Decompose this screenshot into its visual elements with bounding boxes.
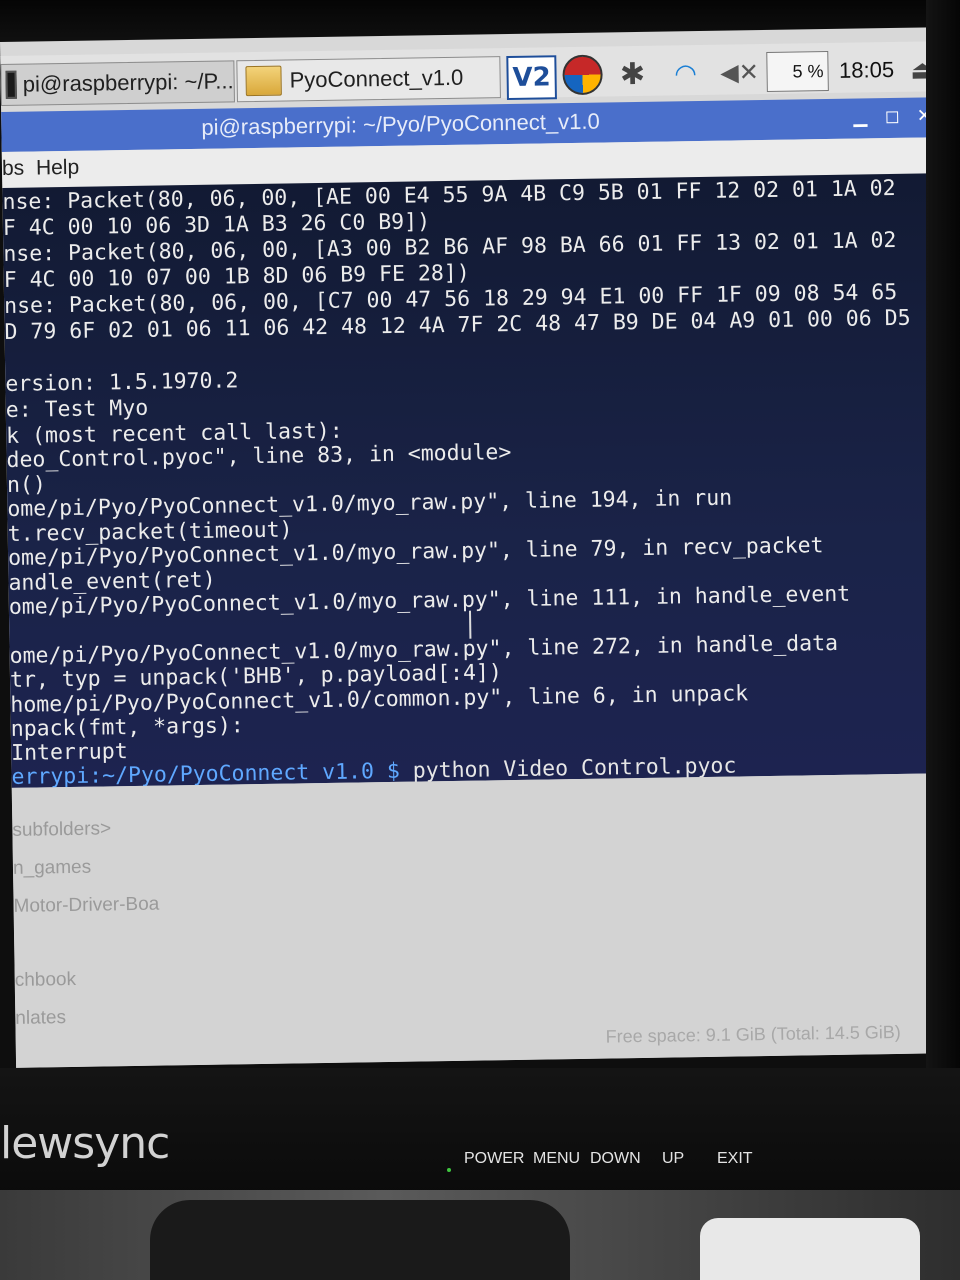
- top-panel: pi@raspberrypi: ~/P... PyoConnect_v1.0 V…: [0, 41, 951, 106]
- clock-label: 18:05: [838, 56, 895, 83]
- cpu-usage-label: 5 %: [792, 60, 824, 82]
- taskbar-terminal-label: pi@raspberrypi: ~/P...: [22, 68, 234, 97]
- monitor-brand-logo: lewsync: [0, 1118, 170, 1169]
- cpu-monitor[interactable]: 5 %: [766, 50, 829, 92]
- terminal-output[interactable]: nse: Packet(80, 06, 00, [AE 00 E4 55 9A …: [2, 173, 938, 790]
- terminal-line: e: Test Myo: [5, 395, 149, 423]
- monitor-up-button[interactable]: UP: [662, 1150, 684, 1168]
- monitor-stand: [150, 1200, 570, 1280]
- file-list-item[interactable]: Motor-Driver-Boa: [13, 894, 159, 918]
- window-title: pi@raspberrypi: ~/Pyo/PyoConnect_v1.0: [201, 108, 600, 140]
- monitor-screen: pi@raspberrypi: ~/P... PyoConnect_v1.0 V…: [0, 27, 960, 1068]
- mouse-ibeam-cursor: [468, 610, 472, 639]
- monitor-menu-button[interactable]: MENU: [533, 1150, 580, 1168]
- menu-item-help[interactable]: Help: [36, 156, 80, 181]
- terminal-line: ersion: 1.5.1970.2: [5, 368, 239, 397]
- menu-item-tabs[interactable]: bs: [2, 157, 25, 181]
- photo-scene: pi@raspberrypi: ~/P... PyoConnect_v1.0 V…: [0, 0, 960, 1280]
- file-list-item[interactable]: chbook: [15, 969, 77, 992]
- terminal-line: Interrupt: [10, 739, 128, 766]
- app-ball-icon[interactable]: [560, 54, 605, 96]
- vnc-icon[interactable]: V2: [506, 55, 557, 101]
- desk-object: [700, 1218, 920, 1280]
- monitor-power-button[interactable]: POWER: [464, 1150, 524, 1168]
- power-led: [447, 1168, 451, 1172]
- vnc-icon-label: V2: [512, 62, 551, 93]
- clock[interactable]: 18:05: [834, 50, 899, 91]
- terminal-line: ome/pi/Pyo/PyoConnect_v1.0/myo_raw.py", …: [7, 485, 733, 522]
- terminal-line: n(): [6, 472, 47, 498]
- taskbar-filemanager-label: PyoConnect_v1.0: [289, 64, 464, 93]
- maximize-button[interactable]: ◻: [879, 102, 905, 130]
- terminal-line: npack(fmt, *args):: [10, 713, 244, 742]
- monitor-bezel-right: [926, 0, 960, 1080]
- taskbar-filemanager-button[interactable]: PyoConnect_v1.0: [236, 56, 501, 103]
- file-list-item[interactable]: nlates: [15, 1007, 66, 1030]
- file-manager-window: subfolders> n_games Motor-Driver-Boa chb…: [11, 773, 960, 1068]
- monitor-down-button[interactable]: DOWN: [590, 1150, 641, 1168]
- wifi-icon[interactable]: ◠: [660, 53, 711, 94]
- folder-icon: [245, 65, 282, 97]
- minimize-button[interactable]: ▁: [847, 102, 873, 130]
- volume-muted-icon[interactable]: ◀✕: [716, 52, 763, 93]
- free-space-status: Free space: 9.1 GiB (Total: 14.5 GiB): [605, 1021, 901, 1047]
- monitor-exit-button[interactable]: EXIT: [717, 1150, 753, 1168]
- terminal-icon: [5, 70, 18, 99]
- file-list-item[interactable]: n_games: [13, 857, 92, 880]
- bluetooth-icon[interactable]: ✱: [612, 54, 653, 95]
- taskbar-terminal-button[interactable]: pi@raspberrypi: ~/P...: [0, 60, 235, 106]
- file-list-item[interactable]: subfolders>: [12, 818, 111, 842]
